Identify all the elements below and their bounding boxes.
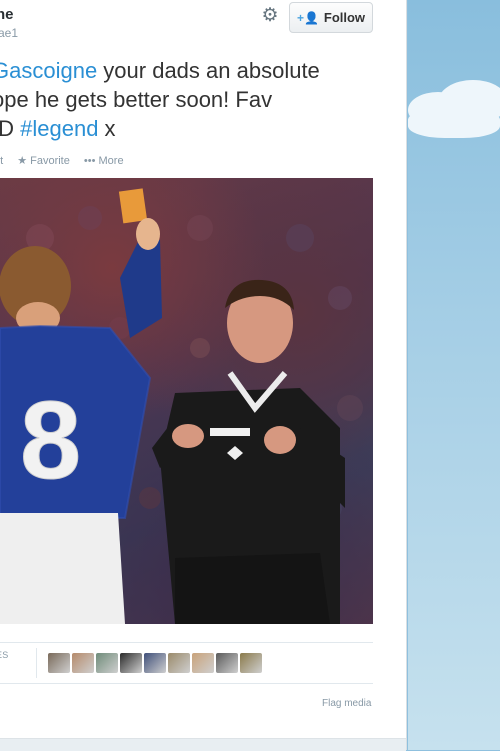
author-name[interactable]: ne <box>0 6 14 23</box>
mention-link[interactable]: Gascoigne <box>0 58 97 83</box>
tweet-text: Gascoigne your dads an absolute ope he g… <box>0 56 402 143</box>
divider <box>36 648 37 678</box>
avatar[interactable] <box>72 653 94 673</box>
tweet-text-line2: ope he gets better soon! Fav <box>0 87 273 112</box>
favorite-label: Favorite <box>30 155 70 167</box>
cloud <box>408 108 500 138</box>
divider <box>0 642 373 643</box>
follow-button[interactable]: +👤 Follow <box>289 2 373 33</box>
tweet-text-line3: :D #legend x <box>0 114 402 143</box>
follow-label: Follow <box>323 10 366 25</box>
tweet-photo[interactable]: 8 <box>0 178 373 624</box>
add-user-icon: +👤 <box>296 10 319 25</box>
divider <box>0 683 373 684</box>
footer-strip <box>0 738 406 751</box>
avatar[interactable] <box>48 653 70 673</box>
ellipsis-icon: ••• <box>83 154 96 167</box>
hashtag-link[interactable]: #legend <box>20 116 98 141</box>
background-sky <box>408 0 500 750</box>
star-icon: ★ <box>17 155 28 167</box>
favoriters-avatars <box>48 653 262 673</box>
avatar[interactable] <box>192 653 214 673</box>
more-action[interactable]: ••• More <box>84 155 124 167</box>
avatar[interactable] <box>216 653 238 673</box>
avatar[interactable] <box>240 653 262 673</box>
tweet-text-segment: your dads an absolute <box>97 58 320 83</box>
photo-illustration: 8 <box>0 188 363 624</box>
favorites-stat-label: ES <box>0 650 9 660</box>
author-handle[interactable]: ae1 <box>0 26 18 40</box>
tweet-text-segment: :D <box>0 116 14 141</box>
more-label: More <box>98 154 124 167</box>
favorite-action[interactable]: ★ Favorite <box>17 154 70 167</box>
yellow-card <box>118 188 148 224</box>
tweet-card: ne ae1 ⚙ +👤 Follow Gascoigne your dads a… <box>0 0 407 750</box>
tweet-text-segment: x <box>98 116 116 141</box>
tweet-actions: et ★ Favorite ••• More <box>0 154 124 168</box>
avatar[interactable] <box>144 653 166 673</box>
gear-icon[interactable]: ⚙ <box>260 6 280 26</box>
retweet-action[interactable]: et <box>0 155 3 167</box>
tweet-text-line1: Gascoigne your dads an absolute <box>0 56 402 85</box>
avatar[interactable] <box>120 653 142 673</box>
avatar[interactable] <box>168 653 190 673</box>
avatar[interactable] <box>96 653 118 673</box>
svg-text:8: 8 <box>20 379 81 502</box>
flag-media-link[interactable]: Flag media <box>322 698 371 709</box>
